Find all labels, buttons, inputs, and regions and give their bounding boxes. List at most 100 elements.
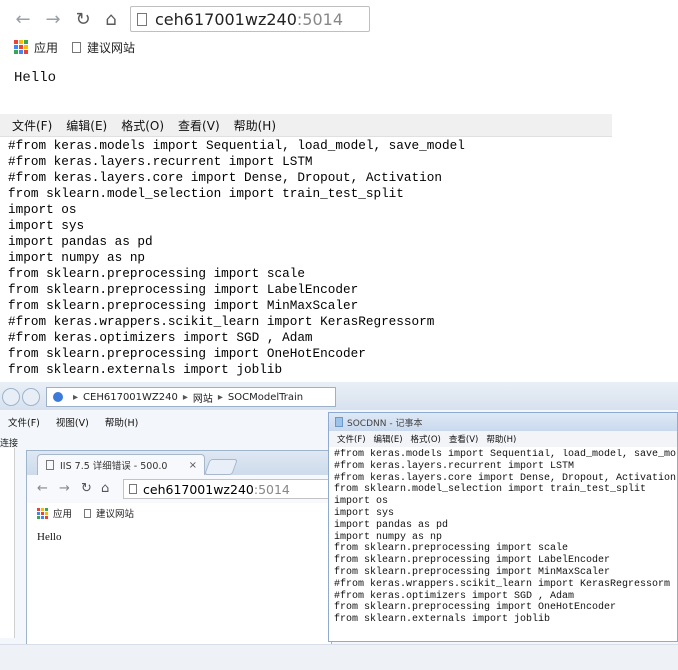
chevron-right-icon: ▸ (182, 391, 188, 403)
apps-grid-icon[interactable] (37, 507, 48, 519)
code-line: #from keras.layers.recurrent import LSTM (334, 460, 575, 472)
code-line: import numpy as np (8, 250, 146, 265)
menu-view[interactable]: 查看(V) (178, 117, 220, 134)
notepad-menu-bar: 文件(F) 编辑(E) 格式(O) 查看(V) 帮助(H) (0, 114, 612, 137)
address-host: ceh617001wz240 (155, 9, 297, 29)
code-line: #from keras.wrappers.scikit_learn import… (8, 314, 435, 329)
code-line: from sklearn.externals import joblib (8, 362, 283, 377)
address-bar[interactable]: ceh617001wz240 :5014 (123, 479, 333, 499)
apps-grid-icon[interactable] (14, 40, 28, 54)
code-line: #from keras.layers.core import Dense, Dr… (8, 170, 442, 185)
back-arrow-icon[interactable]: ← (37, 481, 48, 496)
page-icon (137, 12, 147, 26)
top-notepad-window: 文件(F) 编辑(E) 格式(O) 查看(V) 帮助(H) #from kera… (0, 114, 612, 380)
menu-file[interactable]: 文件(F) (12, 117, 52, 134)
code-line: #from keras.layers.core import Dense, Dr… (334, 472, 676, 484)
page-icon (72, 41, 82, 53)
menu-format[interactable]: 格式(O) (411, 433, 441, 445)
tab-bar: IIS 7.5 详细错误 - 500.0 × (27, 451, 331, 475)
code-line: import numpy as np (334, 531, 443, 543)
code-line: #from keras.wrappers.scikit_learn import… (334, 578, 671, 590)
notepad-icon (335, 417, 343, 427)
menu-view[interactable]: 查看(V) (449, 433, 478, 445)
home-icon[interactable]: ⌂ (98, 6, 124, 32)
window-title: SOCDNN - 记事本 (347, 418, 423, 429)
home-icon[interactable]: ⌂ (101, 481, 109, 496)
status-strip (0, 644, 678, 670)
explorer-toolbar: ▸ CEH617001WZ240 ▸ 网站 ▸ SOCModelTrain (0, 382, 678, 410)
code-line: from sklearn.model_selection import trai… (334, 484, 647, 496)
bookmark-suggested-sites[interactable]: 建议网站 (96, 506, 134, 520)
explorer-menu-bar: 文件(F) 视图(V) 帮助(H) (0, 412, 330, 432)
menu-file[interactable]: 文件(F) (337, 433, 366, 445)
close-icon[interactable]: × (189, 460, 197, 471)
code-line: from sklearn.model_selection import trai… (8, 186, 404, 201)
page-body-text: Hello (14, 70, 57, 86)
breadcrumb-sites[interactable]: 网站 (193, 390, 213, 405)
address-port: :5014 (296, 9, 343, 29)
tab-title: IIS 7.5 详细错误 - 500.0 (60, 461, 168, 472)
address-port: :5014 (253, 481, 290, 497)
code-line: import os (334, 496, 389, 508)
notepad-title-bar[interactable]: SOCDNN - 记事本 (329, 413, 677, 431)
forward-arrow-icon[interactable]: → (40, 6, 66, 32)
code-line: from sklearn.preprocessing import scale (8, 266, 305, 281)
page-icon (46, 460, 54, 470)
bottom-desktop-screenshot: ▸ CEH617001WZ240 ▸ 网站 ▸ SOCModelTrain 文件… (0, 382, 678, 670)
reload-icon[interactable]: ↻ (81, 481, 92, 496)
back-arrow-icon[interactable]: ← (10, 6, 36, 32)
connections-tree-pane[interactable] (0, 448, 15, 638)
bookmark-suggested-sites[interactable]: 建议网站 (87, 39, 135, 56)
inner-browser-window: IIS 7.5 详细错误 - 500.0 × ← → ↻ ⌂ ceh617001… (26, 450, 333, 646)
code-line: #from keras.layers.recurrent import LSTM (8, 154, 313, 169)
menu-edit[interactable]: 编辑(E) (66, 117, 107, 134)
notepad-text-area[interactable]: #from keras.models import Sequential, lo… (8, 138, 465, 378)
reload-icon[interactable]: ↻ (70, 6, 96, 32)
code-line: from sklearn.preprocessing import scale (334, 543, 569, 555)
code-line: #from keras.optimizers import SGD , Adam (334, 590, 575, 602)
bookmark-apps[interactable]: 应用 (53, 506, 72, 520)
menu-edit[interactable]: 编辑(E) (374, 433, 403, 445)
code-line: from sklearn.preprocessing import MinMax… (8, 298, 359, 313)
code-line: from sklearn.preprocessing import LabelE… (334, 555, 611, 567)
back-circle-icon[interactable] (2, 388, 20, 406)
code-line: import pandas as pd (334, 519, 449, 531)
bookmark-apps[interactable]: 应用 (34, 39, 58, 56)
code-line: #from keras.models import Sequential, lo… (334, 449, 676, 460)
chevron-right-icon: ▸ (217, 391, 223, 403)
bookmarks-bar: 应用 建议网站 (0, 36, 678, 58)
globe-icon (53, 392, 63, 402)
breadcrumb[interactable]: ▸ CEH617001WZ240 ▸ 网站 ▸ SOCModelTrain (46, 387, 336, 407)
chevron-right-icon: ▸ (73, 391, 79, 403)
menu-help[interactable]: 帮助(H) (486, 433, 516, 445)
code-line: from sklearn.preprocessing import MinMax… (334, 566, 611, 578)
code-line: from sklearn.externals import joblib (334, 614, 551, 626)
menu-help[interactable]: 帮助(H) (105, 415, 139, 429)
address-bar[interactable]: ceh617001wz240 :5014 (130, 6, 370, 32)
browser-tab[interactable]: IIS 7.5 详细错误 - 500.0 × (37, 454, 205, 475)
menu-format[interactable]: 格式(O) (121, 117, 164, 134)
code-line: #from keras.optimizers import SGD , Adam (8, 330, 313, 345)
menu-file[interactable]: 文件(F) (8, 415, 40, 429)
new-tab-button[interactable] (204, 459, 238, 475)
code-line: import sys (8, 218, 85, 233)
menu-help[interactable]: 帮助(H) (234, 117, 276, 134)
notepad-menu-bar: 文件(F) 编辑(E) 格式(O) 查看(V) 帮助(H) (329, 431, 677, 447)
address-host: ceh617001wz240 (143, 481, 254, 497)
forward-circle-icon[interactable] (22, 388, 40, 406)
inner-nav-bar: ← → ↻ ⌂ ceh617001wz240 :5014 (27, 475, 333, 503)
inner-notepad-window: SOCDNN - 记事本 文件(F) 编辑(E) 格式(O) 查看(V) 帮助(… (328, 412, 678, 642)
forward-arrow-icon[interactable]: → (59, 481, 70, 496)
code-line: import os (8, 202, 77, 217)
code-line: from sklearn.preprocessing import OneHot… (334, 602, 617, 614)
code-line: import pandas as pd (8, 234, 153, 249)
page-body-text: Hello (37, 531, 62, 543)
code-line: from sklearn.preprocessing import OneHot… (8, 346, 366, 361)
breadcrumb-site[interactable]: SOCModelTrain (228, 392, 303, 403)
bookmarks-bar: 应用 建议网站 (27, 503, 331, 523)
menu-view[interactable]: 视图(V) (56, 415, 89, 429)
page-icon (84, 508, 92, 518)
code-line: from sklearn.preprocessing import LabelE… (8, 282, 359, 297)
breadcrumb-server[interactable]: CEH617001WZ240 (83, 392, 178, 403)
notepad-text-area[interactable]: #from keras.models import Sequential, lo… (334, 449, 676, 626)
